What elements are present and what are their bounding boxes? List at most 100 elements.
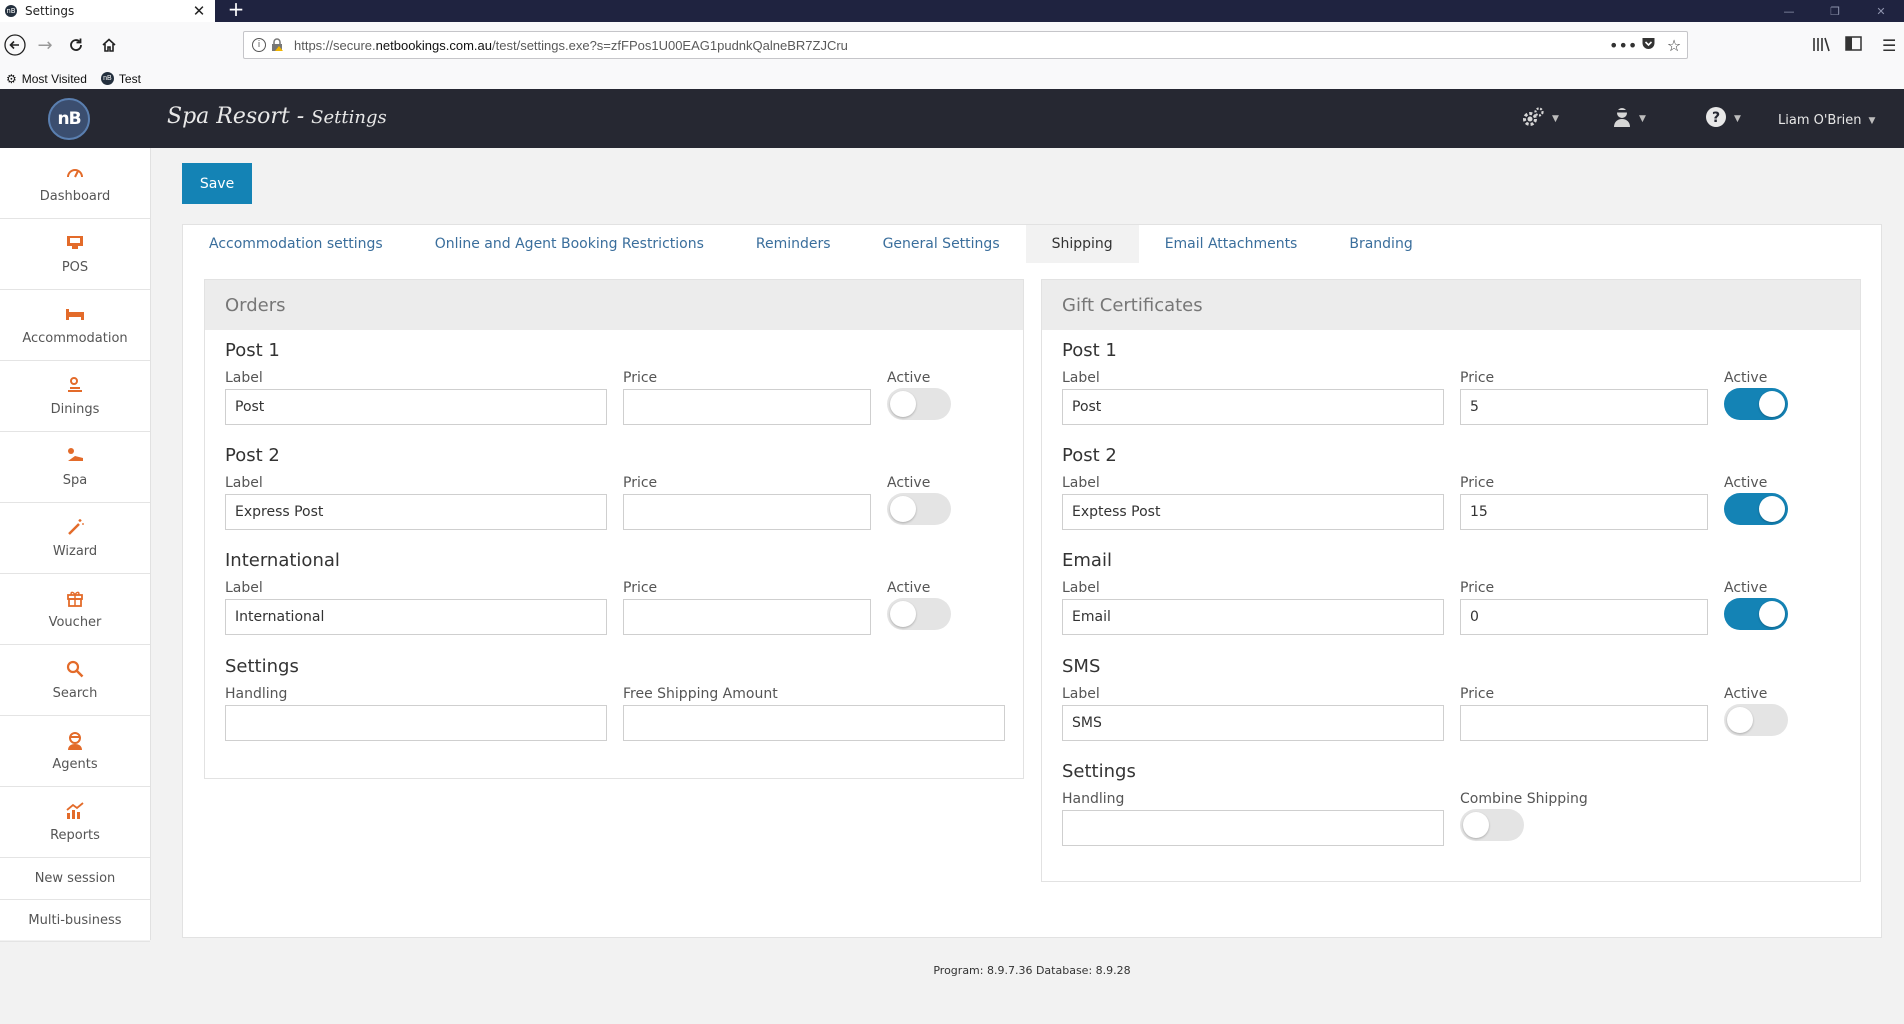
user-menu[interactable]: Liam O'Brien ▼ bbox=[1778, 113, 1875, 128]
orders-international-price-input[interactable] bbox=[623, 599, 871, 635]
settings-tabs: Accommodation settings Online and Agent B… bbox=[183, 225, 1881, 263]
gift-combine-shipping-caption: Combine Shipping bbox=[1460, 791, 1588, 807]
gift-email-label-input[interactable] bbox=[1062, 599, 1444, 635]
gift-combine-shipping-toggle[interactable] bbox=[1460, 809, 1524, 841]
back-icon[interactable] bbox=[2, 32, 28, 58]
page-title: Spa Resort - Settings bbox=[167, 104, 387, 129]
gift-post1-price-input[interactable] bbox=[1460, 389, 1708, 425]
sidebar-item-label: Dashboard bbox=[39, 188, 111, 204]
gift-handling-input[interactable] bbox=[1062, 810, 1444, 846]
pocket-icon[interactable] bbox=[1635, 36, 1661, 55]
tab-email-attachments[interactable]: Email Attachments bbox=[1139, 225, 1324, 263]
gift-post2-label-input[interactable] bbox=[1062, 494, 1444, 530]
sidebar-toggle-icon[interactable] bbox=[1845, 36, 1862, 55]
bookmark-most-visited[interactable]: ⚙ Most Visited bbox=[6, 72, 87, 86]
orders-handling-input[interactable] bbox=[225, 705, 607, 741]
gift-sms-title: SMS bbox=[1062, 656, 1101, 677]
menu-icon[interactable]: ☰ bbox=[1882, 36, 1896, 55]
dashboard-icon bbox=[66, 163, 84, 185]
tab-online-and-agent-booking-restrictions[interactable]: Online and Agent Booking Restrictions bbox=[409, 225, 730, 263]
restore-icon[interactable]: ❐ bbox=[1812, 0, 1858, 22]
gift-email-price-caption: Price bbox=[1460, 580, 1495, 596]
bookmark-test[interactable]: nB Test bbox=[100, 72, 141, 86]
forward-icon[interactable]: → bbox=[32, 32, 58, 58]
address-bar[interactable]: i https://secure.netbookings.com.au/test… bbox=[243, 31, 1688, 59]
orders-post2-price-input[interactable] bbox=[623, 494, 871, 530]
sidebar-item-agents[interactable]: Agents bbox=[0, 716, 150, 787]
sidebar-item-search[interactable]: Search bbox=[0, 645, 150, 716]
gift-post1-active-toggle[interactable] bbox=[1724, 388, 1788, 420]
save-button[interactable]: Save bbox=[182, 163, 252, 204]
sidebar-item-dinings[interactable]: Dinings bbox=[0, 361, 150, 432]
sidebar-item-accommodation[interactable]: Accommodation bbox=[0, 290, 150, 361]
info-icon[interactable]: i bbox=[252, 38, 266, 52]
sidebar-item-dashboard[interactable]: Dashboard bbox=[0, 148, 150, 219]
library-icon[interactable] bbox=[1812, 36, 1830, 56]
new-tab-icon[interactable]: + bbox=[225, 0, 247, 22]
browser-toolbar: → i https://secure.netbookings.com.au/te… bbox=[0, 22, 1904, 68]
nb-favicon: nB bbox=[100, 72, 114, 85]
page-actions-icon[interactable]: ••• bbox=[1609, 36, 1637, 55]
minimize-icon[interactable]: — bbox=[1766, 0, 1812, 22]
sidebar-item-spa[interactable]: Spa bbox=[0, 432, 150, 503]
sidebar-item-voucher[interactable]: Voucher bbox=[0, 574, 150, 645]
tab-accommodation-settings[interactable]: Accommodation settings bbox=[183, 225, 409, 263]
help-menu[interactable]: ? ▼ bbox=[1705, 106, 1741, 132]
orders-post1-label-input[interactable] bbox=[225, 389, 607, 425]
orders-international-active-toggle[interactable] bbox=[887, 598, 951, 630]
tab-reminders[interactable]: Reminders bbox=[730, 225, 857, 263]
sidebar-item-wizard[interactable]: Wizard bbox=[0, 503, 150, 574]
agent-menu[interactable]: ▼ bbox=[1612, 106, 1646, 132]
sidebar-item-pos[interactable]: POS bbox=[0, 219, 150, 290]
sidebar-item-label: Agents bbox=[52, 756, 98, 772]
orders-international-active-caption: Active bbox=[887, 580, 931, 596]
tab-shipping[interactable]: Shipping bbox=[1025, 225, 1139, 263]
settings-menu[interactable]: ▼ bbox=[1521, 106, 1559, 132]
orders-post1-active-toggle[interactable] bbox=[887, 388, 951, 420]
gift-post2-price-input[interactable] bbox=[1460, 494, 1708, 530]
gift-sms-active-toggle[interactable] bbox=[1724, 704, 1788, 736]
gift-sms-price-caption: Price bbox=[1460, 686, 1495, 702]
gift-sms-price-input[interactable] bbox=[1460, 705, 1708, 741]
orders-settings-title: Settings bbox=[225, 656, 299, 677]
browser-tab[interactable]: nB Settings ✕ bbox=[0, 0, 215, 22]
gift-post1-label-input[interactable] bbox=[1062, 389, 1444, 425]
home-icon[interactable] bbox=[96, 32, 122, 58]
browser-tab-strip: nB Settings ✕ + — ❐ ✕ bbox=[0, 0, 1904, 22]
gift-post1-active-caption: Active bbox=[1724, 370, 1768, 386]
sidebar-item-label: POS bbox=[61, 259, 89, 275]
tab-branding[interactable]: Branding bbox=[1323, 225, 1438, 263]
orders-post2-label-input[interactable] bbox=[225, 494, 607, 530]
close-window-icon[interactable]: ✕ bbox=[1858, 0, 1904, 22]
sidebar-new-session[interactable]: New session bbox=[0, 858, 150, 900]
gift-email-price-input[interactable] bbox=[1460, 599, 1708, 635]
pos-icon bbox=[66, 234, 84, 256]
orders-post2-active-toggle[interactable] bbox=[887, 493, 951, 525]
orders-post1-price-input[interactable] bbox=[623, 389, 871, 425]
gift-email-active-toggle[interactable] bbox=[1724, 598, 1788, 630]
lock-warning-icon[interactable] bbox=[270, 38, 284, 52]
close-tab-icon[interactable]: ✕ bbox=[189, 2, 209, 20]
gift-sms-label-caption: Label bbox=[1062, 686, 1100, 702]
gift-post1-title: Post 1 bbox=[1062, 340, 1117, 361]
orders-international-label-input[interactable] bbox=[225, 599, 607, 635]
bookmark-star-icon[interactable]: ☆ bbox=[1661, 36, 1687, 55]
sidebar-multi-business[interactable]: Multi-business bbox=[0, 900, 150, 942]
orders-free-shipping-input[interactable] bbox=[623, 705, 1005, 741]
toggle-knob bbox=[1759, 601, 1785, 627]
sidebar-item-reports[interactable]: Reports bbox=[0, 787, 150, 858]
sidebar-item-label: Voucher bbox=[48, 614, 102, 630]
orders-post2-active-caption: Active bbox=[887, 475, 931, 491]
window-controls: — ❐ ✕ bbox=[1766, 0, 1904, 22]
spa-icon bbox=[66, 447, 84, 469]
tab-general-settings[interactable]: General Settings bbox=[857, 225, 1026, 263]
gift-post2-active-toggle[interactable] bbox=[1724, 493, 1788, 525]
orders-international-label-caption: Label bbox=[225, 580, 263, 596]
reload-icon[interactable] bbox=[63, 32, 89, 58]
bed-icon bbox=[65, 305, 85, 327]
orders-post2-label-caption: Label bbox=[225, 475, 263, 491]
sidebar-item-label: Accommodation bbox=[22, 330, 128, 346]
gift-sms-label-input[interactable] bbox=[1062, 705, 1444, 741]
gift-post2-active-caption: Active bbox=[1724, 475, 1768, 491]
app-logo[interactable]: nB bbox=[48, 98, 90, 140]
